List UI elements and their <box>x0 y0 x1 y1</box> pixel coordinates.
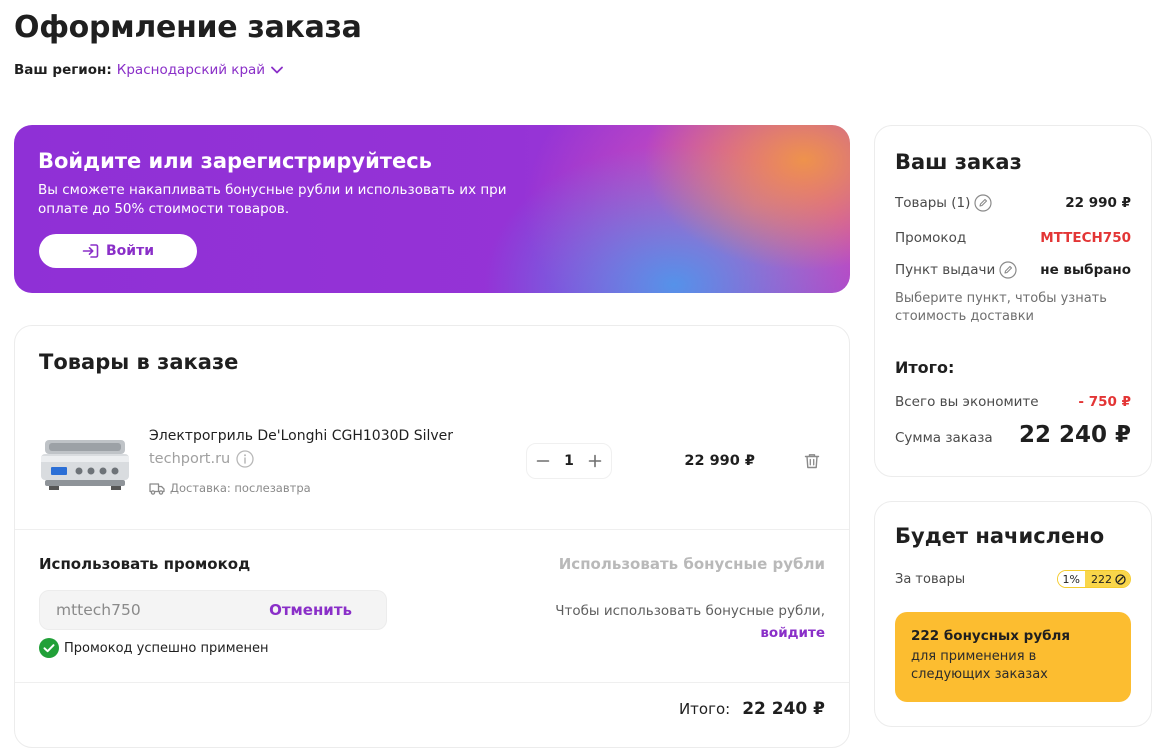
promo-input[interactable] <box>56 591 256 629</box>
promo-cancel-button[interactable]: Отменить <box>269 601 352 619</box>
promo-title: Использовать промокод <box>39 555 251 573</box>
summary-savings-label: Всего вы экономите <box>895 394 1039 410</box>
trash-icon[interactable] <box>803 452 821 470</box>
bonus-row-label: За товары <box>895 571 966 587</box>
region-label: Ваш регион: <box>14 62 112 78</box>
summary-goods-value: 22 990 ₽ <box>1065 195 1131 211</box>
promo-success-text: Промокод успешно применен <box>64 640 269 656</box>
banner-title: Войдите или зарегистрируйтесь <box>38 149 432 173</box>
shop-name: techport.ru <box>149 451 231 467</box>
summary-promo-value: MTTECH750 <box>1040 230 1131 246</box>
bonus-info-box: 222 бонусных рубля для применения в след… <box>895 612 1131 702</box>
bonus-amount-wrap: 222 <box>1085 571 1130 587</box>
info-icon[interactable] <box>236 450 254 468</box>
plus-icon[interactable] <box>587 453 603 469</box>
truck-icon <box>149 482 165 495</box>
summary-total-heading: Итого: <box>895 358 955 377</box>
bonus-title: Использовать бонусные рубли <box>558 555 825 573</box>
check-circle-icon <box>39 638 59 658</box>
delivery-info: Доставка: послезавтра <box>149 481 311 495</box>
summary-sum-label: Сумма заказа <box>895 430 993 446</box>
summary-sum-value: 22 240 ₽ <box>1018 422 1131 448</box>
chevron-down-icon[interactable] <box>271 66 283 74</box>
goods-footer: Итого: 22 240 ₽ <box>15 682 849 748</box>
goods-card: Товары в заказе Электрогриль De'Longhi C… <box>14 325 850 748</box>
promo-field: Отменить <box>39 590 387 630</box>
summary-promo-row: Промокод MTTECH750 <box>895 230 1131 246</box>
banner-text: Вы сможете накапливать бонусные рубли и … <box>38 182 507 217</box>
summary-sum-row: Сумма заказа 22 240 ₽ <box>895 422 1131 448</box>
bonus-hint: Чтобы использовать бонусные рубли, войди… <box>555 600 825 644</box>
summary-promo-label: Промокод <box>895 230 967 246</box>
goods-title: Товары в заказе <box>39 350 239 374</box>
product-name[interactable]: Электрогриль De'Longhi CGH1030D Silver <box>149 428 453 444</box>
order-summary-card: Ваш заказ Товары (1) 22 990 ₽ Промокод M… <box>874 125 1152 477</box>
goods-total-value: 22 240 ₽ <box>742 699 825 719</box>
summary-pickup-value: не выбрано <box>1040 262 1131 278</box>
goods-total-label: Итого: <box>678 700 731 718</box>
login-button[interactable]: Войти <box>39 234 197 268</box>
summary-pickup-label: Пункт выдачи <box>895 262 996 278</box>
minus-icon[interactable] <box>535 453 551 469</box>
summary-goods-row: Товары (1) 22 990 ₽ <box>895 194 1131 212</box>
region-value[interactable]: Краснодарский край <box>117 62 265 78</box>
page-title: Оформление заказа <box>14 10 362 45</box>
list-item: Электрогриль De'Longhi CGH1030D Silver t… <box>15 406 849 530</box>
bonus-hint-text: Чтобы использовать бонусные рубли, <box>555 603 825 619</box>
bonus-box-text: для применения в следующих заказах <box>911 649 1048 682</box>
summary-savings-row: Всего вы экономите - 750 ₽ <box>895 394 1131 410</box>
login-icon <box>82 244 99 258</box>
bonus-box-title: 222 бонусных рубля <box>911 628 1071 644</box>
product-image[interactable] <box>39 436 131 492</box>
goods-total: Итого: 22 240 ₽ <box>679 699 825 719</box>
quantity-value: 1 <box>564 453 574 469</box>
bonus-amount: 222 <box>1091 572 1112 586</box>
bonus-login-link[interactable]: войдите <box>555 622 825 644</box>
edit-icon[interactable] <box>999 261 1017 279</box>
login-label: Войти <box>105 243 155 259</box>
bonus-card-title: Будет начислено <box>895 524 1105 548</box>
bonus-badge: 1% 222 <box>1056 570 1131 588</box>
product-shop: techport.ru <box>149 450 254 468</box>
bonus-coin-icon <box>1115 573 1126 585</box>
summary-pickup-row: Пункт выдачи не выбрано <box>895 261 1131 279</box>
summary-title: Ваш заказ <box>895 150 1022 174</box>
bonus-row: За товары 1% 222 <box>895 570 1131 588</box>
bonus-card: Будет начислено За товары 1% 222 222 бон… <box>874 501 1152 727</box>
item-price: 22 990 ₽ <box>684 453 755 469</box>
delivery-text: Доставка: послезавтра <box>170 481 311 495</box>
delivery-note: Выберите пункт, чтобы узнать стоимость д… <box>895 291 1107 324</box>
quantity-stepper: 1 <box>526 443 612 479</box>
edit-icon[interactable] <box>974 194 992 212</box>
promo-success-message: Промокод успешно применен <box>39 638 269 658</box>
login-banner: Войдите или зарегистрируйтесь Вы сможете… <box>14 125 850 293</box>
region-selector[interactable]: Ваш регион: Краснодарский край <box>14 62 283 78</box>
summary-savings-value: - 750 ₽ <box>1078 394 1131 410</box>
summary-goods-label: Товары (1) <box>895 195 971 211</box>
bonus-percent: 1% <box>1057 571 1085 587</box>
